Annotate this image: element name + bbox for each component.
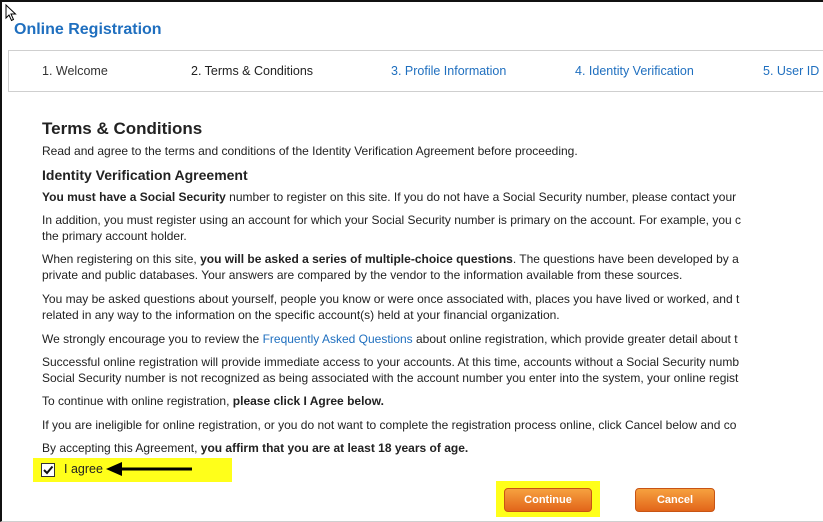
asked-line2: related in any way to the information on… bbox=[42, 308, 560, 322]
paragraph-immediate-access: Successful online registration will prov… bbox=[42, 354, 739, 386]
primary-account-line1: In addition, you must register using an … bbox=[42, 213, 741, 227]
paragraph-faq: We strongly encourage you to review the … bbox=[42, 331, 738, 347]
continue-button[interactable]: Continue bbox=[504, 488, 592, 512]
agreement-subheading: Identity Verification Agreement bbox=[42, 167, 248, 183]
arrow-left-icon bbox=[106, 462, 192, 476]
mouse-cursor-icon bbox=[5, 4, 17, 22]
questions-post: . The questions have been developed by a bbox=[512, 252, 739, 266]
page-title: Online Registration bbox=[14, 21, 162, 38]
faq-pre: We strongly encourage you to review the bbox=[42, 332, 263, 346]
step-welcome[interactable]: 1. Welcome bbox=[42, 64, 108, 78]
step-terms-conditions: 2. Terms & Conditions bbox=[191, 64, 314, 78]
questions-bold: you will be asked a series of multiple-c… bbox=[200, 252, 513, 266]
asked-line1: You may be asked questions about yoursel… bbox=[42, 292, 740, 306]
paragraph-ssn-required: You must have a Social Security number t… bbox=[42, 189, 736, 205]
ssn-required-bold: You must have a Social Security bbox=[42, 190, 226, 204]
agree-checkbox[interactable] bbox=[41, 463, 55, 477]
paragraph-continue-instruction: To continue with online registration, pl… bbox=[42, 393, 384, 409]
cancel-button[interactable]: Cancel bbox=[635, 488, 715, 512]
paragraph-asked-about-yourself: You may be asked questions about yoursel… bbox=[42, 291, 739, 323]
faq-post: about online registration, which provide… bbox=[412, 332, 738, 346]
continue-bold: please click I Agree below. bbox=[232, 394, 384, 408]
access-line2: Social Security number is not recognized… bbox=[42, 371, 739, 385]
paragraph-ineligible: If you are ineligible for online registr… bbox=[42, 418, 737, 432]
paragraph-questions: When registering on this site, you will … bbox=[42, 251, 739, 283]
continue-pre: To continue with online registration, bbox=[42, 394, 233, 408]
terms-intro: Read and agree to the terms and conditio… bbox=[42, 144, 578, 158]
questions-line2: private and public databases. Your answe… bbox=[42, 268, 683, 282]
paragraph-primary-account: In addition, you must register using an … bbox=[42, 212, 741, 244]
checkmark-icon bbox=[43, 465, 54, 475]
step-profile-information[interactable]: 3. Profile Information bbox=[391, 64, 506, 78]
step-user-id[interactable]: 5. User ID bbox=[763, 64, 819, 78]
age-pre: By accepting this Agreement, bbox=[42, 441, 201, 455]
age-bold: you affirm that you are at least 18 year… bbox=[200, 441, 469, 455]
ssn-required-text: number to register on this site. If you … bbox=[225, 190, 737, 204]
terms-heading: Terms & Conditions bbox=[42, 119, 203, 138]
primary-account-line2: the primary account holder. bbox=[42, 229, 187, 243]
step-identity-verification[interactable]: 4. Identity Verification bbox=[575, 64, 694, 78]
paragraph-age-affirm: By accepting this Agreement, you affirm … bbox=[42, 440, 468, 456]
questions-pre: When registering on this site, bbox=[42, 252, 201, 266]
agree-label[interactable]: I agree bbox=[64, 462, 103, 476]
progress-steps: 1. Welcome 2. Terms & Conditions 3. Prof… bbox=[8, 50, 823, 92]
access-line1: Successful online registration will prov… bbox=[42, 355, 739, 369]
faq-link[interactable]: Frequently Asked Questions bbox=[263, 332, 413, 346]
registration-window: Online Registration 1. Welcome 2. Terms … bbox=[0, 0, 823, 522]
